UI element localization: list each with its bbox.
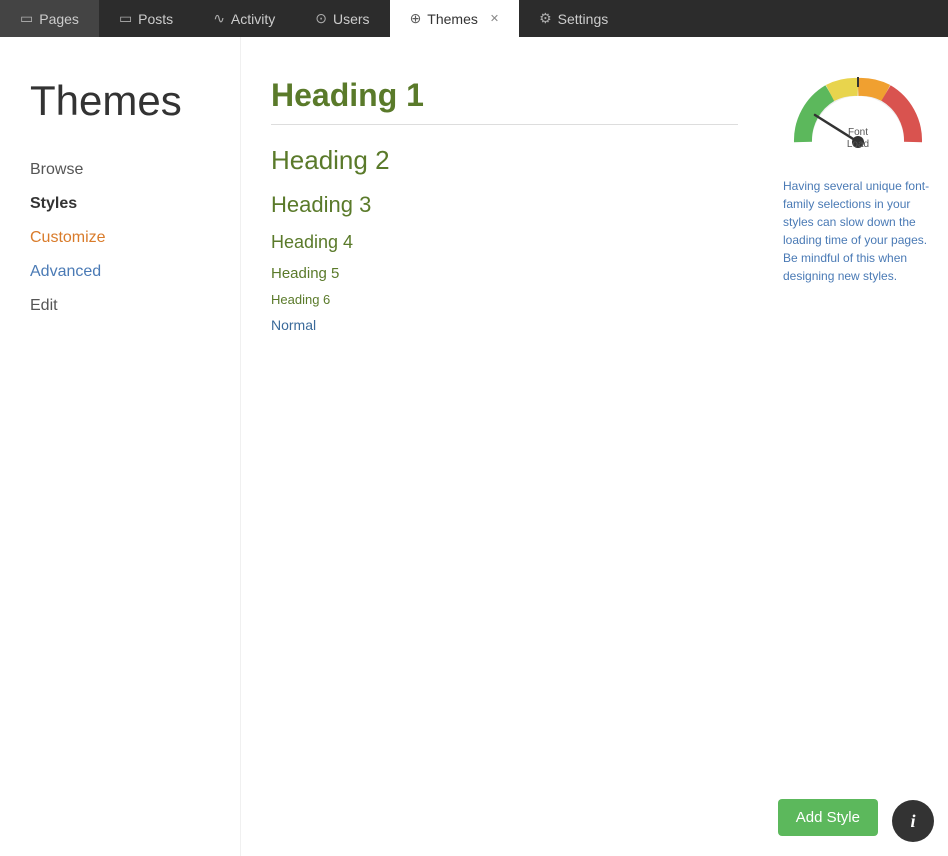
font-load-gauge: Font Load xyxy=(793,67,923,157)
heading-5-preview: Heading 5 xyxy=(271,265,738,282)
sidebar-item-customize[interactable]: Customize xyxy=(30,223,210,253)
nav-posts-label: Posts xyxy=(138,11,173,27)
themes-icon: ⊕ xyxy=(410,10,422,27)
nav-themes-label: Themes xyxy=(427,11,478,27)
nav-users[interactable]: ⊙ Users xyxy=(295,0,389,37)
gauge-container: Font Load xyxy=(788,67,928,157)
posts-icon: ▭ xyxy=(119,10,132,27)
topbar: ▭ Pages ▭ Posts ∿ Activity ⊙ Users ⊕ The… xyxy=(0,0,948,37)
nav-users-label: Users xyxy=(333,11,370,27)
sidebar-item-edit[interactable]: Edit xyxy=(30,291,210,321)
sidebar: Themes Browse Styles Customize Advanced … xyxy=(0,37,240,856)
main-content: Themes Browse Styles Customize Advanced … xyxy=(0,37,948,856)
nav-settings-label: Settings xyxy=(558,11,609,27)
heading-4-preview: Heading 4 xyxy=(271,232,738,253)
themes-close-icon[interactable]: ✕ xyxy=(490,12,499,25)
heading-1-preview: Heading 1 xyxy=(271,77,738,125)
nav-themes[interactable]: ⊕ Themes ✕ xyxy=(390,0,520,37)
nav-pages-label: Pages xyxy=(39,11,79,27)
settings-icon: ⚙ xyxy=(539,10,552,27)
nav-activity-label: Activity xyxy=(231,11,275,27)
sidebar-item-advanced[interactable]: Advanced xyxy=(30,257,210,287)
nav-activity[interactable]: ∿ Activity xyxy=(193,0,295,37)
activity-icon: ∿ xyxy=(213,10,225,27)
normal-preview: Normal xyxy=(271,317,738,333)
sidebar-title: Themes xyxy=(30,77,210,125)
users-icon: ⊙ xyxy=(315,10,327,27)
svg-text:Font: Font xyxy=(848,127,868,138)
sidebar-item-styles[interactable]: Styles xyxy=(30,189,210,219)
font-load-description: Having several unique font-family select… xyxy=(783,177,933,285)
heading-6-preview: Heading 6 xyxy=(271,292,738,307)
heading-2-preview: Heading 2 xyxy=(271,145,738,176)
sidebar-item-browse[interactable]: Browse xyxy=(30,155,210,185)
nav-pages[interactable]: ▭ Pages xyxy=(0,0,99,37)
pages-icon: ▭ xyxy=(20,10,33,27)
heading-preview: Heading 1 Heading 2 Heading 3 Heading 4 … xyxy=(271,77,738,353)
sidebar-nav: Browse Styles Customize Advanced Edit xyxy=(30,155,210,321)
svg-text:Load: Load xyxy=(847,139,869,150)
right-panel: Font Load Having several unique font-fam… xyxy=(768,37,948,856)
nav-settings[interactable]: ⚙ Settings xyxy=(519,0,628,37)
content-area: Heading 1 Heading 2 Heading 3 Heading 4 … xyxy=(240,37,768,856)
heading-3-preview: Heading 3 xyxy=(271,192,738,218)
info-button[interactable]: i xyxy=(892,800,934,842)
add-style-button[interactable]: Add Style xyxy=(778,799,878,836)
nav-posts[interactable]: ▭ Posts xyxy=(99,0,193,37)
